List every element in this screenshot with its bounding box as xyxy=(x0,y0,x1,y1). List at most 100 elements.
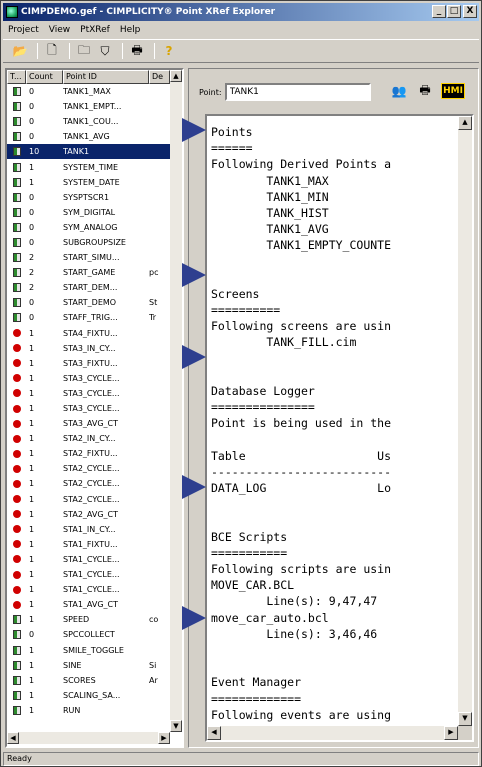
table-row[interactable]: 1 SMILE_TOGGLE xyxy=(7,642,170,657)
new-icon[interactable]: 🗋 xyxy=(43,42,61,60)
table-row[interactable]: 1 STA3_AVG_CT xyxy=(7,416,170,431)
table-row[interactable]: 0 STAFF_TRIG... Tr xyxy=(7,310,170,325)
table-row[interactable]: 1 SYSTEM_DATE xyxy=(7,175,170,190)
details-vertical-scrollbar[interactable]: ▲ ▼ xyxy=(458,116,472,726)
col-point-id-header[interactable]: Point ID xyxy=(63,70,149,84)
table-row[interactable]: 1 STA2_FIXTU... xyxy=(7,446,170,461)
open-icon[interactable]: 📂 xyxy=(11,42,29,60)
table-row[interactable]: 2 START_DEM... xyxy=(7,280,170,295)
scroll-left-icon[interactable]: ◀ xyxy=(7,732,19,744)
point-error-icon xyxy=(12,404,21,413)
status-cell xyxy=(7,162,26,172)
table-row[interactable]: 10 TANK1 xyxy=(7,144,170,160)
scroll-right-icon[interactable]: ▶ xyxy=(444,726,458,740)
details-horizontal-scrollbar[interactable]: ◀ ▶ xyxy=(207,726,458,740)
table-row[interactable]: 1 STA3_FIXTU... xyxy=(7,356,170,371)
scroll-down-icon[interactable]: ▼ xyxy=(170,720,182,732)
table-row[interactable]: 1 STA1_AVG_CT xyxy=(7,597,170,612)
menu-project[interactable]: Project xyxy=(3,25,44,35)
table-row[interactable]: 2 START_GAME pc xyxy=(7,265,170,280)
scroll-right-icon[interactable]: ▶ xyxy=(158,732,170,744)
menu-bar: Project View PtXRef Help xyxy=(3,22,145,38)
table-row[interactable]: 1 STA1_IN_CY... xyxy=(7,522,170,537)
table-row[interactable]: 1 SINE Si xyxy=(7,658,170,673)
table-row[interactable]: 1 RUN xyxy=(7,703,170,718)
hmi-button[interactable]: HMI xyxy=(441,80,465,102)
table-row[interactable]: 1 STA2_CYCLE... xyxy=(7,492,170,507)
table-row[interactable]: 2 START_SIMU... xyxy=(7,250,170,265)
maximize-button[interactable]: □ xyxy=(447,5,461,18)
count-cell: 1 xyxy=(29,675,35,685)
col-type-header[interactable]: T... xyxy=(7,70,26,84)
table-row[interactable]: 1 STA3_CYCLE... xyxy=(7,401,170,416)
point-id-cell: STA3_IN_CY... xyxy=(63,343,116,353)
table-row[interactable]: 1 STA1_FIXTU... xyxy=(7,537,170,552)
table-row[interactable]: 1 STA2_CYCLE... xyxy=(7,476,170,491)
table-row[interactable]: 1 STA3_IN_CY... xyxy=(7,341,170,356)
table-row[interactable]: 0 TANK1_MAX xyxy=(7,84,170,99)
list-vertical-scrollbar[interactable]: ▲ ▼ xyxy=(170,70,182,732)
filter-icon[interactable]: ⛉ xyxy=(96,42,114,60)
point-input[interactable] xyxy=(224,83,371,101)
close-button[interactable]: X xyxy=(463,5,477,18)
table-row[interactable]: 1 SPEED co xyxy=(7,612,170,627)
xref-details-textbox[interactable]: Points ====== Following Derived Points a T… xyxy=(205,114,474,742)
detail-line: Database Logger xyxy=(211,384,315,398)
find-icon[interactable]: 👥 xyxy=(387,80,411,102)
help-icon[interactable]: ? xyxy=(160,42,178,60)
table-row[interactable]: 0 SYM_ANALOG xyxy=(7,220,170,235)
table-row[interactable]: 1 STA3_CYCLE... xyxy=(7,386,170,401)
scroll-down-icon[interactable]: ▼ xyxy=(458,712,472,726)
table-row[interactable]: 0 TANK1_AVG xyxy=(7,129,170,144)
point-id-cell: STA3_CYCLE... xyxy=(63,373,120,383)
table-row[interactable]: 1 SCALING_SA... xyxy=(7,688,170,703)
point-list[interactable]: T... Count Point ID De 0 TANK1_MAX 0 TANK1_… xyxy=(5,68,184,748)
minimize-button[interactable]: _ xyxy=(432,5,446,18)
folder-icon[interactable]: 🗀 xyxy=(75,42,93,60)
table-row[interactable]: 0 START_DEMO St xyxy=(7,295,170,310)
point-id-cell: TANK1_EMPT... xyxy=(63,102,122,112)
point-id-cell: STA3_FIXTU... xyxy=(63,358,118,368)
menu-view[interactable]: View xyxy=(44,25,75,35)
table-row[interactable]: 1 STA2_IN_CY... xyxy=(7,431,170,446)
table-row[interactable]: 1 STA2_CYCLE... xyxy=(7,461,170,476)
col-description-header[interactable]: De xyxy=(149,70,170,84)
list-horizontal-scrollbar[interactable]: ◀ ▶ xyxy=(7,732,170,744)
table-row[interactable]: 1 STA1_CYCLE... xyxy=(7,567,170,582)
description-cell: Ar xyxy=(149,675,158,685)
count-cell: 0 xyxy=(29,298,35,308)
table-row[interactable]: 0 SPCCOLLECT xyxy=(7,627,170,642)
detail-line: DATA_LOG Lo xyxy=(211,481,392,496)
status-cell xyxy=(7,495,26,504)
title-bar[interactable]: CIMPDEMO.gef - CIMPLICITY® Point XRef Ex… xyxy=(3,3,479,21)
scroll-up-icon[interactable]: ▲ xyxy=(458,116,472,130)
table-row[interactable]: 1 SYSTEM_TIME xyxy=(7,159,170,174)
menu-help[interactable]: Help xyxy=(115,25,146,35)
print-icon[interactable]: 🖶 xyxy=(128,42,146,60)
print-icon[interactable]: 🖶 xyxy=(413,80,437,102)
status-cell xyxy=(7,660,26,670)
table-row[interactable]: 1 STA3_CYCLE... xyxy=(7,371,170,386)
point-id-cell: SUBGROUPSIZE xyxy=(63,237,126,247)
scroll-up-icon[interactable]: ▲ xyxy=(170,70,182,82)
point-error-icon xyxy=(12,495,21,504)
scroll-left-icon[interactable]: ◀ xyxy=(207,726,221,740)
point-ok-icon xyxy=(12,630,21,640)
table-row[interactable]: 1 SCORES Ar xyxy=(7,673,170,688)
toolbar-separator xyxy=(154,43,155,59)
table-row[interactable]: 1 STA1_CYCLE... xyxy=(7,552,170,567)
table-row[interactable]: 0 SYM_DIGITAL xyxy=(7,205,170,220)
table-row[interactable]: 1 STA2_AVG_CT xyxy=(7,507,170,522)
table-row[interactable]: 1 STA4_FIXTU... xyxy=(7,326,170,341)
table-row[interactable]: 0 TANK1_EMPT... xyxy=(7,99,170,114)
detail-line xyxy=(211,513,454,529)
table-row[interactable]: 0 SUBGROUPSIZE xyxy=(7,235,170,250)
col-count-header[interactable]: Count xyxy=(26,70,63,84)
detail-line: Following screens are usin xyxy=(211,319,392,334)
menu-ptxref[interactable]: PtXRef xyxy=(75,25,115,35)
detail-line: TANK_HIST xyxy=(211,205,329,220)
point-id-cell: STA1_IN_CY... xyxy=(63,524,116,534)
table-row[interactable]: 1 STA1_CYCLE... xyxy=(7,582,170,597)
table-row[interactable]: 0 SYSPTSCR1 xyxy=(7,190,170,205)
table-row[interactable]: 0 TANK1_COU... xyxy=(7,114,170,129)
